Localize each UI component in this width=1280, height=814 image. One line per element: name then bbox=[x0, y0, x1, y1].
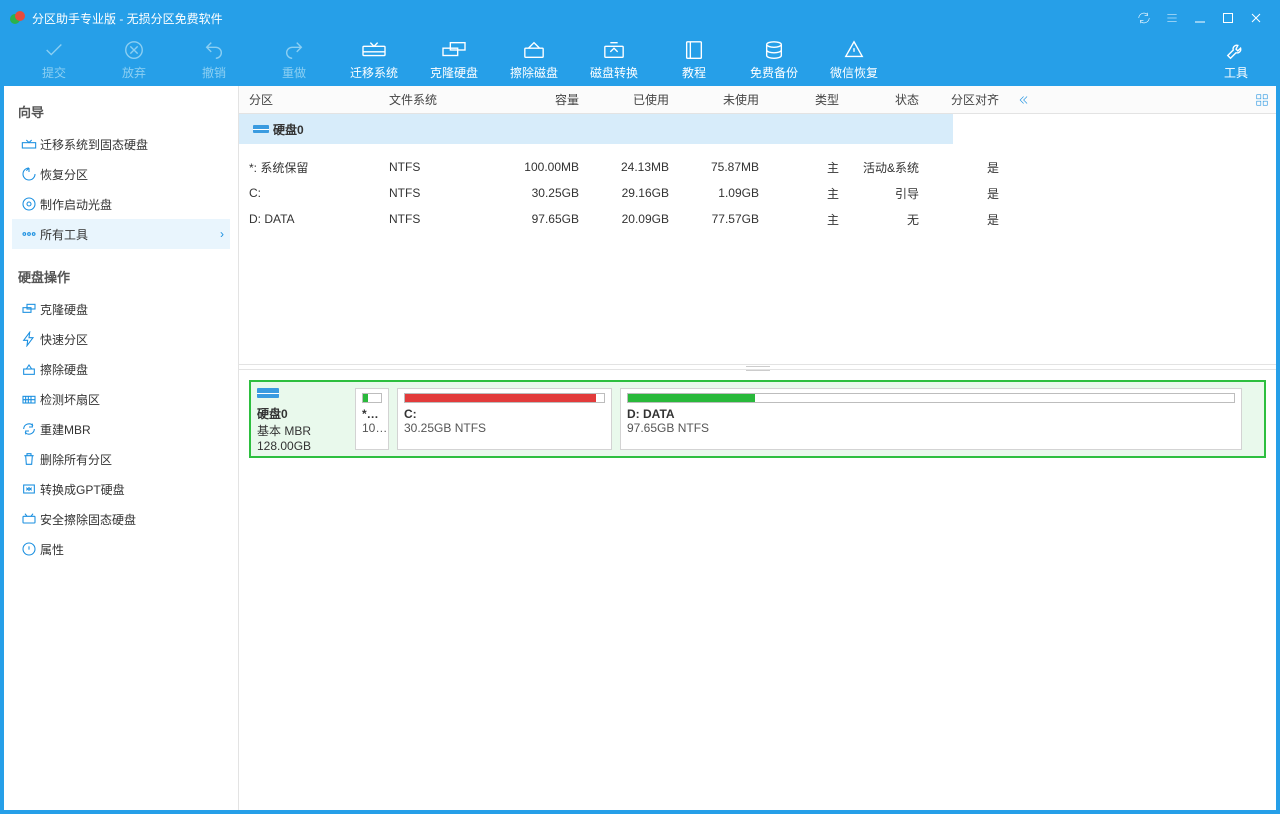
migrate-icon bbox=[361, 38, 387, 62]
wechat-recover-button[interactable]: 微信恢复 bbox=[814, 32, 894, 86]
partition-row[interactable]: C:NTFS30.25GB29.16GB1.09GB主引导是 bbox=[239, 180, 1276, 206]
wrench-icon bbox=[1225, 38, 1247, 62]
badsector-icon bbox=[18, 391, 40, 407]
menu-icon[interactable] bbox=[1158, 4, 1186, 32]
sidebar-ops-title: 硬盘操作 bbox=[12, 259, 230, 294]
titlebar: 分区助手专业版 - 无损分区免费软件 bbox=[4, 4, 1276, 32]
redo-button[interactable]: 重做 bbox=[254, 32, 334, 86]
maximize-button[interactable] bbox=[1214, 4, 1242, 32]
sidebar: 向导 迁移系统到固态硬盘恢复分区制作启动光盘所有工具› 硬盘操作 克隆硬盘快速分… bbox=[4, 86, 238, 810]
sidebar-item[interactable]: 迁移系统到固态硬盘 bbox=[12, 129, 230, 159]
sidebar-item[interactable]: 删除所有分区 bbox=[12, 444, 230, 474]
migrate-button[interactable]: 迁移系统 bbox=[334, 32, 414, 86]
convert-icon bbox=[601, 38, 627, 62]
quick-icon bbox=[18, 331, 40, 347]
disk-map: 硬盘0 基本 MBR 128.00GB *:…10…C:30.25GB NTFS… bbox=[239, 370, 1276, 810]
clone-button[interactable]: 克隆硬盘 bbox=[414, 32, 494, 86]
col-unused[interactable]: 未使用 bbox=[679, 91, 769, 108]
sidebar-item[interactable]: 重建MBR bbox=[12, 414, 230, 444]
chevron-right-icon: › bbox=[220, 227, 224, 241]
col-capacity[interactable]: 容量 bbox=[499, 91, 589, 108]
disk-map-partition[interactable]: *:…10… bbox=[355, 388, 389, 450]
wipe-icon bbox=[521, 38, 547, 62]
sidebar-item[interactable]: 快速分区 bbox=[12, 324, 230, 354]
recover-icon bbox=[18, 166, 40, 182]
tools-button[interactable]: 工具 bbox=[1196, 32, 1276, 86]
check-icon bbox=[43, 38, 65, 62]
window-title: 分区助手专业版 - 无损分区免费软件 bbox=[32, 10, 223, 27]
commit-button[interactable]: 提交 bbox=[14, 32, 94, 86]
sidebar-item[interactable]: 所有工具› bbox=[12, 219, 230, 249]
sidebar-item[interactable]: 擦除硬盘 bbox=[12, 354, 230, 384]
ssd-icon bbox=[18, 511, 40, 527]
redo-icon bbox=[283, 38, 305, 62]
recover-icon bbox=[843, 38, 865, 62]
partition-list: 硬盘0 *: 系统保留NTFS100.00MB24.13MB75.87MB主活动… bbox=[239, 114, 1276, 364]
sidebar-item[interactable]: 安全擦除固态硬盘 bbox=[12, 504, 230, 534]
main-toolbar: 提交 放弃 撤销 重做 迁移系统 克隆硬盘 擦除磁盘 磁盘转换 教程 免费备份 … bbox=[4, 32, 1276, 86]
sidebar-item[interactable]: 制作启动光盘 bbox=[12, 189, 230, 219]
disk-map-row[interactable]: 硬盘0 基本 MBR 128.00GB *:…10…C:30.25GB NTFS… bbox=[249, 380, 1266, 458]
backup-button[interactable]: 免费备份 bbox=[734, 32, 814, 86]
disk-icon bbox=[253, 123, 273, 135]
props-icon bbox=[18, 541, 40, 557]
backup-icon bbox=[762, 38, 786, 62]
pane-splitter[interactable] bbox=[239, 364, 1276, 370]
sidebar-item[interactable]: 恢复分区 bbox=[12, 159, 230, 189]
collapse-columns-icon[interactable] bbox=[1009, 93, 1037, 107]
col-fs[interactable]: 文件系统 bbox=[379, 91, 499, 108]
dots-icon bbox=[18, 226, 40, 242]
clone-icon bbox=[18, 301, 40, 317]
minimize-button[interactable] bbox=[1186, 4, 1214, 32]
col-partition[interactable]: 分区 bbox=[239, 91, 379, 108]
disk-map-partition[interactable]: C:30.25GB NTFS bbox=[397, 388, 612, 450]
cancel-icon bbox=[123, 38, 145, 62]
convert-button[interactable]: 磁盘转换 bbox=[574, 32, 654, 86]
disk-header-label: 硬盘0 bbox=[273, 121, 304, 138]
gpt-icon bbox=[18, 481, 40, 497]
sidebar-wizard-title: 向导 bbox=[12, 94, 230, 129]
col-used[interactable]: 已使用 bbox=[589, 91, 679, 108]
tutorial-button[interactable]: 教程 bbox=[654, 32, 734, 86]
migrate-icon bbox=[18, 136, 40, 152]
disk-header-row[interactable]: 硬盘0 bbox=[239, 114, 953, 144]
partition-row[interactable]: *: 系统保留NTFS100.00MB24.13MB75.87MB主活动&系统是 bbox=[239, 154, 1276, 180]
wipe-button[interactable]: 擦除磁盘 bbox=[494, 32, 574, 86]
disk-icon bbox=[257, 386, 347, 403]
col-type[interactable]: 类型 bbox=[769, 91, 849, 108]
undo-icon bbox=[203, 38, 225, 62]
clone-icon bbox=[441, 38, 467, 62]
deleteall-icon bbox=[18, 451, 40, 467]
partition-row[interactable]: D: DATANTFS97.65GB20.09GB77.57GB主无是 bbox=[239, 206, 1276, 232]
app-logo-icon bbox=[10, 10, 26, 26]
sidebar-item[interactable]: 转换成GPT硬盘 bbox=[12, 474, 230, 504]
sidebar-item[interactable]: 克隆硬盘 bbox=[12, 294, 230, 324]
col-status[interactable]: 状态 bbox=[849, 91, 929, 108]
disk-map-label: 硬盘0 基本 MBR 128.00GB bbox=[257, 388, 347, 450]
sidebar-item[interactable]: 属性 bbox=[12, 534, 230, 564]
disk-map-partition[interactable]: D: DATA97.65GB NTFS bbox=[620, 388, 1242, 450]
partition-columns-header: 分区 文件系统 容量 已使用 未使用 类型 状态 分区对齐 bbox=[239, 86, 1276, 114]
discard-button[interactable]: 放弃 bbox=[94, 32, 174, 86]
book-icon bbox=[683, 38, 705, 62]
undo-button[interactable]: 撤销 bbox=[174, 32, 254, 86]
bootdisc-icon bbox=[18, 196, 40, 212]
sidebar-item[interactable]: 检测坏扇区 bbox=[12, 384, 230, 414]
close-button[interactable] bbox=[1242, 4, 1270, 32]
wipe-icon bbox=[18, 361, 40, 377]
refresh-icon[interactable] bbox=[1130, 4, 1158, 32]
col-align[interactable]: 分区对齐 bbox=[929, 91, 1009, 108]
view-mode-icon[interactable] bbox=[1248, 93, 1276, 107]
rebuild-icon bbox=[18, 421, 40, 437]
